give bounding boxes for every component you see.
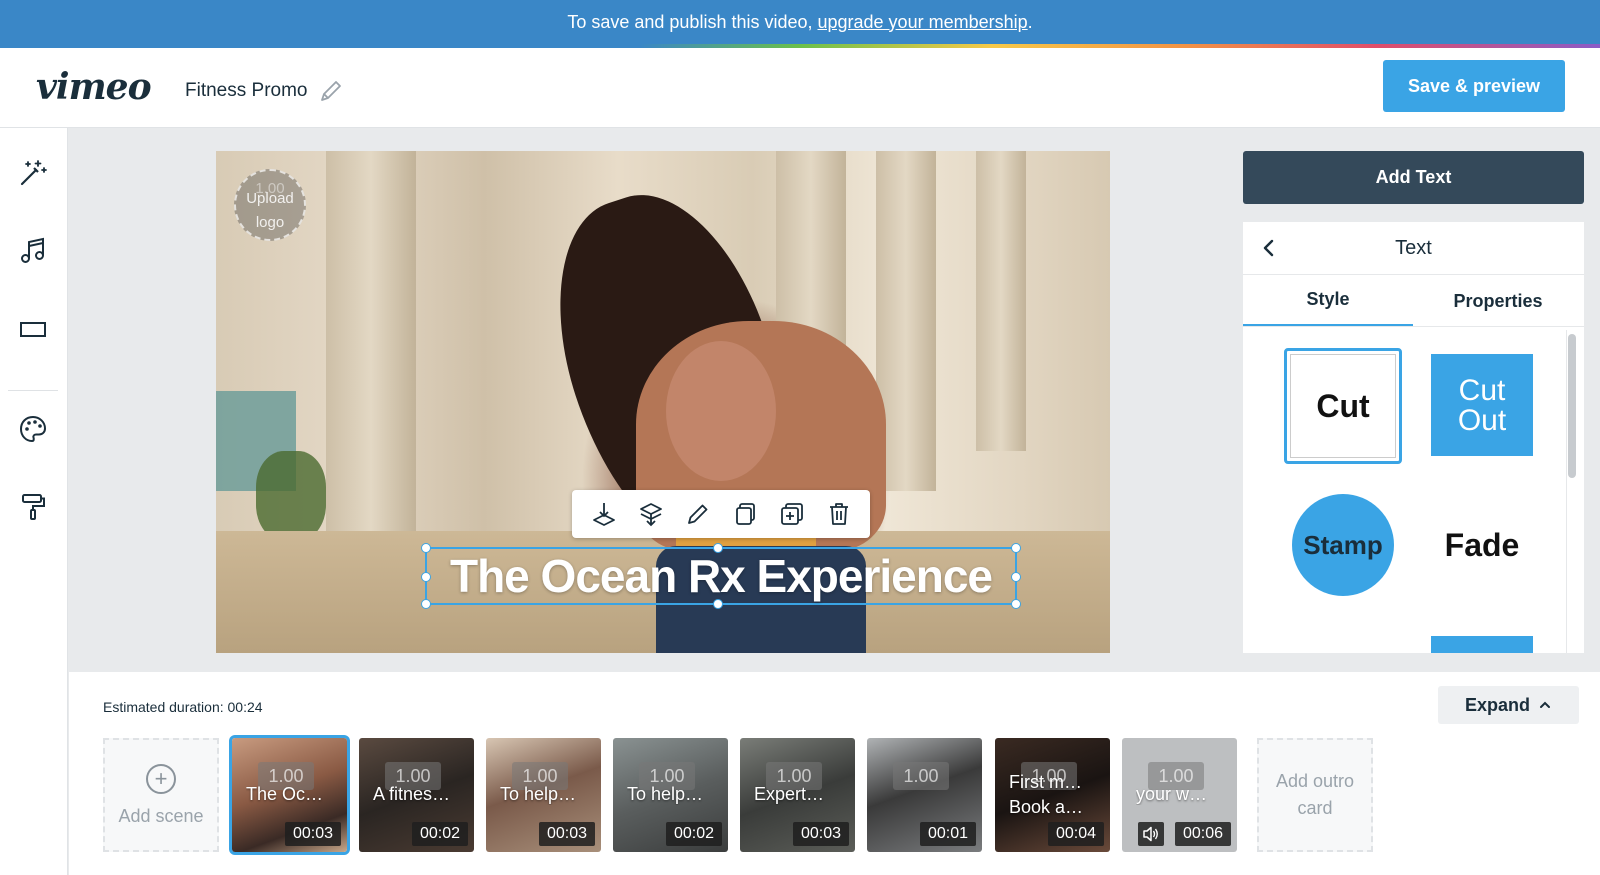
scene-text: To help… <box>500 784 577 804</box>
style-stamp[interactable]: Stamp <box>1292 494 1394 596</box>
scene-duration: 00:02 <box>665 822 722 846</box>
scene-thumbnail[interactable]: 1.00 Expert… 00:03 <box>740 738 855 852</box>
estimated-duration: Estimated duration: 00:24 <box>103 699 263 715</box>
upload-logo-button[interactable]: 1.00 Upload logo <box>234 169 306 241</box>
resize-handle[interactable] <box>421 572 431 582</box>
text-toolbar <box>572 490 870 538</box>
scene-thumbnail[interactable]: 1.00 The Oc… 00:03 <box>232 738 347 852</box>
style-cut-out[interactable]: Cut Out <box>1431 354 1533 456</box>
paint-roller-icon[interactable] <box>16 490 50 524</box>
upload-logo-version: 1.00 <box>255 180 285 197</box>
palette-icon[interactable] <box>16 412 50 446</box>
timeline: Estimated duration: 00:24 Expand + Add s… <box>69 672 1600 875</box>
style-fade-label: Fade <box>1444 526 1520 563</box>
banner-text: To save and publish this video, <box>567 11 813 32</box>
add-text-button[interactable]: Add Text <box>1243 151 1584 204</box>
scene-text: Expert… <box>754 784 825 804</box>
magic-wand-icon[interactable] <box>16 156 50 190</box>
scene-duration: 00:03 <box>538 822 595 846</box>
style-cut-frame <box>1290 354 1396 458</box>
overlay-text: The Ocean Rx Experience <box>449 550 993 602</box>
scene-version: 1.00 <box>893 762 949 790</box>
expand-button[interactable]: Expand <box>1438 686 1579 724</box>
style-cut[interactable]: Cut <box>1284 348 1402 464</box>
athlete-face <box>666 341 776 481</box>
scene-duration: 00:03 <box>792 822 849 846</box>
scene-thumbnail[interactable]: 1.00 00:01 <box>867 738 982 852</box>
resize-handle[interactable] <box>713 543 723 553</box>
bush <box>256 451 326 541</box>
layer-backward-icon[interactable] <box>636 499 666 529</box>
scene-text: To help… <box>627 784 704 804</box>
edit-icon[interactable] <box>683 499 713 529</box>
music-note-icon[interactable] <box>16 234 50 268</box>
header: vimeo Fitness Promo Save & preview <box>0 48 1600 128</box>
volume-icon[interactable] <box>1138 822 1164 846</box>
chevron-up-icon <box>1540 701 1550 708</box>
vimeo-logo[interactable]: vimeo <box>36 66 152 108</box>
scene-text: First m… Book a… <box>1009 772 1084 817</box>
tab-properties[interactable]: Properties <box>1413 275 1583 327</box>
style-next-partial[interactable] <box>1431 636 1533 653</box>
edit-title-pencil-icon[interactable] <box>318 78 344 104</box>
style-cut-out-line2: Out <box>1457 404 1507 437</box>
scene-duration: 00:06 <box>1174 822 1231 846</box>
copy-icon[interactable] <box>730 499 760 529</box>
delete-icon[interactable] <box>824 499 854 529</box>
sidebar-divider <box>8 390 58 391</box>
project-title: Fitness Promo <box>185 80 308 101</box>
resize-handle[interactable] <box>421 543 431 553</box>
add-scene-label: Add scene <box>118 805 204 826</box>
layer-forward-icon[interactable] <box>589 499 619 529</box>
panel-title: Text <box>1395 237 1432 259</box>
video-preview[interactable]: 1.00 Upload logo The Ocean Rx Experience <box>216 151 1110 653</box>
add-outro-label: Add outro card <box>1275 771 1355 818</box>
scene-text: A fitnes… <box>373 784 451 804</box>
scene-text: The Oc… <box>246 784 324 804</box>
expand-label: Expand <box>1464 694 1530 715</box>
scene-thumbnail[interactable]: 1.00 A fitnes… 00:02 <box>359 738 474 852</box>
tab-divider <box>1243 326 1584 327</box>
aspect-ratio-icon[interactable] <box>16 312 50 346</box>
resize-handle[interactable] <box>1011 599 1021 609</box>
duplicate-icon[interactable] <box>777 499 807 529</box>
style-cut-out-line1: Cut <box>1458 374 1506 407</box>
save-preview-button[interactable]: Save & preview <box>1383 60 1565 112</box>
scene-thumbnail[interactable]: 1.00 To help… 00:03 <box>486 738 601 852</box>
pillar <box>976 151 1026 451</box>
scene-thumbnail[interactable]: 1.00 your w… 00:06 <box>1122 738 1237 852</box>
panel-header: Text <box>1243 222 1584 275</box>
plus-icon: + <box>146 763 176 794</box>
left-sidebar <box>0 128 68 875</box>
scene-thumbnail[interactable]: 1.00 First m… Book a… 00:04 <box>995 738 1110 852</box>
scene-text: your w… <box>1136 784 1208 804</box>
resize-handle[interactable] <box>1011 572 1021 582</box>
scene-duration: 00:04 <box>1047 822 1104 846</box>
text-overlay[interactable]: The Ocean Rx Experience <box>421 543 1021 609</box>
scene-duration: 00:01 <box>919 822 976 846</box>
resize-handle[interactable] <box>421 599 431 609</box>
tab-style[interactable]: Style <box>1243 275 1413 327</box>
banner-suffix: . <box>1027 11 1033 32</box>
upgrade-banner: To save and publish this video, upgrade … <box>0 0 1600 44</box>
scene-thumbnail[interactable]: 1.00 To help… 00:02 <box>613 738 728 852</box>
scene-duration: 00:03 <box>284 822 341 846</box>
pillar <box>326 151 416 571</box>
scene-duration: 00:02 <box>411 822 468 846</box>
style-fade[interactable]: Fade <box>1431 494 1533 596</box>
resize-handle[interactable] <box>1011 543 1021 553</box>
add-outro-card-button[interactable]: Add outro card <box>1257 738 1373 852</box>
style-stamp-label: Stamp <box>1303 529 1383 560</box>
upgrade-membership-link[interactable]: upgrade your membership <box>818 12 1028 33</box>
add-scene-button[interactable]: + Add scene <box>103 738 219 852</box>
scrollbar-thumb[interactable] <box>1568 334 1576 478</box>
resize-handle[interactable] <box>713 599 723 609</box>
text-panel: Text Style Properties Cut Cut Out Stamp … <box>1243 222 1584 653</box>
